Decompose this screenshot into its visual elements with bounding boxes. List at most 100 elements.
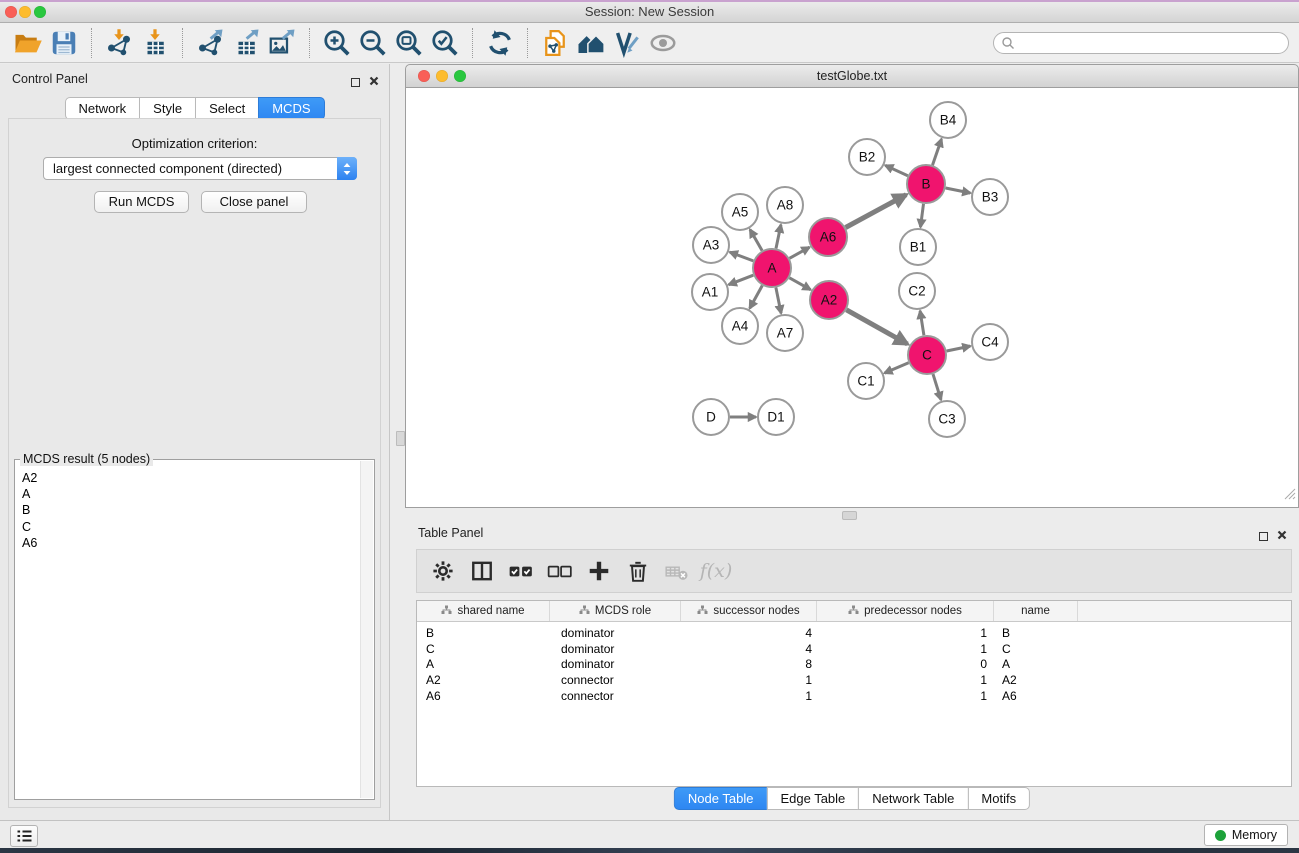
run-mcds-button[interactable]: Run MCDS [94,191,189,213]
style-pen-icon[interactable] [609,27,645,59]
table-row[interactable]: Cdominator41C [417,641,1291,657]
graph-edge-A-A1[interactable] [729,275,754,285]
gear-icon[interactable] [430,558,456,584]
apply-layout-icon[interactable] [482,27,518,59]
zoom-in-icon[interactable] [319,27,355,59]
table-close-panel-icon[interactable] [1277,527,1287,545]
graph-node-A7[interactable]: A7 [767,315,803,351]
optimization-criterion-select[interactable]: largest connected component (directed) [43,157,357,180]
graph-edge-B-B1[interactable] [921,204,924,227]
graph-edge-A-A3[interactable] [730,252,754,261]
graph-node-A5[interactable]: A5 [722,194,758,230]
close-panel-button[interactable]: Close panel [201,191,307,213]
graph-node-B3[interactable]: B3 [972,179,1008,215]
duplicate-network-icon[interactable] [537,27,573,59]
column-header-successor-nodes[interactable]: successor nodes [681,601,817,621]
graph-node-A1[interactable]: A1 [692,274,728,310]
tab-mcds[interactable]: MCDS [258,97,324,120]
graph-node-B4[interactable]: B4 [930,102,966,138]
vertical-splitter-handle[interactable] [396,431,405,446]
graph-node-A8[interactable]: A8 [767,187,803,223]
resize-grip-icon[interactable] [1282,486,1296,505]
columns-icon[interactable] [469,558,495,584]
network-close-traffic-light[interactable] [418,70,430,82]
graph-node-C4[interactable]: C4 [972,324,1008,360]
graph-edge-B-B4[interactable] [933,139,942,165]
mcds-result-scrollbar[interactable] [360,461,373,798]
table-float-panel-icon[interactable] [1259,532,1268,541]
tab-network-table[interactable]: Network Table [858,787,968,810]
graph-edge-A-A5[interactable] [750,230,762,251]
graph-edge-B-B2[interactable] [885,165,908,175]
graph-node-B1[interactable]: B1 [900,229,936,265]
plus-icon[interactable] [586,558,612,584]
zoom-out-icon[interactable] [355,27,391,59]
export-network-icon[interactable] [192,27,228,59]
graph-node-A[interactable]: A [753,249,791,287]
tab-style[interactable]: Style [139,97,196,120]
mcds-result-item[interactable]: A2 [22,470,360,486]
graph-node-D[interactable]: D [693,399,729,435]
graph-node-C1[interactable]: C1 [848,363,884,399]
mcds-result-item[interactable]: B [22,502,360,518]
network-minimize-traffic-light[interactable] [436,70,448,82]
tab-select[interactable]: Select [195,97,259,120]
graph-edge-A2-C[interactable] [846,310,907,344]
trash-icon[interactable] [625,558,651,584]
column-header-predecessor-nodes[interactable]: predecessor nodes [817,601,994,621]
tab-node-table[interactable]: Node Table [674,787,768,810]
mcds-result-item[interactable]: A6 [22,535,360,551]
graph-node-A4[interactable]: A4 [722,308,758,344]
tab-motifs[interactable]: Motifs [967,787,1030,810]
home-icon[interactable] [573,27,609,59]
graph-node-B2[interactable]: B2 [849,139,885,175]
graph-node-C2[interactable]: C2 [899,273,935,309]
save-session-icon[interactable] [46,27,82,59]
checkbox-unchecked-pair-icon[interactable] [547,558,573,584]
graph-node-A6[interactable]: A6 [809,218,847,256]
table-row[interactable]: Adominator80A [417,657,1291,673]
app-titlebar[interactable]: Session: New Session [0,2,1299,23]
import-network-icon[interactable] [101,27,137,59]
node-table[interactable]: shared nameMCDS rolesuccessor nodesprede… [416,600,1292,787]
graph-node-A2[interactable]: A2 [810,281,848,319]
graph-edge-A6-B[interactable] [846,195,907,228]
graph-edge-C-C3[interactable] [933,374,941,400]
task-history-button[interactable] [10,825,38,847]
graph-node-D1[interactable]: D1 [758,399,794,435]
graph-node-C3[interactable]: C3 [929,401,965,437]
graph-edge-C-C4[interactable] [947,346,971,351]
graph-edge-A-A2[interactable] [789,278,810,290]
import-table-icon[interactable] [137,27,173,59]
minimize-traffic-light[interactable] [19,6,31,18]
export-image-icon[interactable] [264,27,300,59]
graph-edge-C-C1[interactable] [885,363,909,373]
graph-node-C[interactable]: C [908,336,946,374]
network-maximize-traffic-light[interactable] [454,70,466,82]
column-header-name[interactable]: name [994,601,1078,621]
table-row[interactable]: A6connector11A6 [417,688,1291,704]
graph-edge-C-C2[interactable] [920,311,924,335]
table-row[interactable]: A2connector11A2 [417,672,1291,688]
export-table-icon[interactable] [228,27,264,59]
zoom-fit-icon[interactable] [391,27,427,59]
close-traffic-light[interactable] [5,6,17,18]
graph-edge-A-A6[interactable] [790,247,810,258]
zoom-selected-icon[interactable] [427,27,463,59]
mcds-result-item[interactable]: A [22,486,360,502]
graph-edge-B-B3[interactable] [946,188,971,193]
graph-edge-A-A8[interactable] [776,225,781,249]
close-panel-icon[interactable] [369,73,379,91]
graph-edge-A-A7[interactable] [776,288,781,314]
tab-network[interactable]: Network [64,97,140,120]
network-graph[interactable]: B4 B2 B B3 B1 A5A8A6 A3 A A1 A2 A4A7 C2 C1 C C4 C3 D D1 [406,88,1298,508]
horizontal-splitter-handle[interactable] [842,511,857,520]
table-row[interactable]: Bdominator41B [417,625,1291,641]
graph-node-B[interactable]: B [907,165,945,203]
open-file-icon[interactable] [10,27,46,59]
tab-edge-table[interactable]: Edge Table [766,787,859,810]
column-header-shared-name[interactable]: shared name [417,601,550,621]
graph-edge-A-A4[interactable] [750,286,763,309]
mcds-result-list[interactable]: A2ABCA6 [15,464,360,799]
graph-node-A3[interactable]: A3 [693,227,729,263]
